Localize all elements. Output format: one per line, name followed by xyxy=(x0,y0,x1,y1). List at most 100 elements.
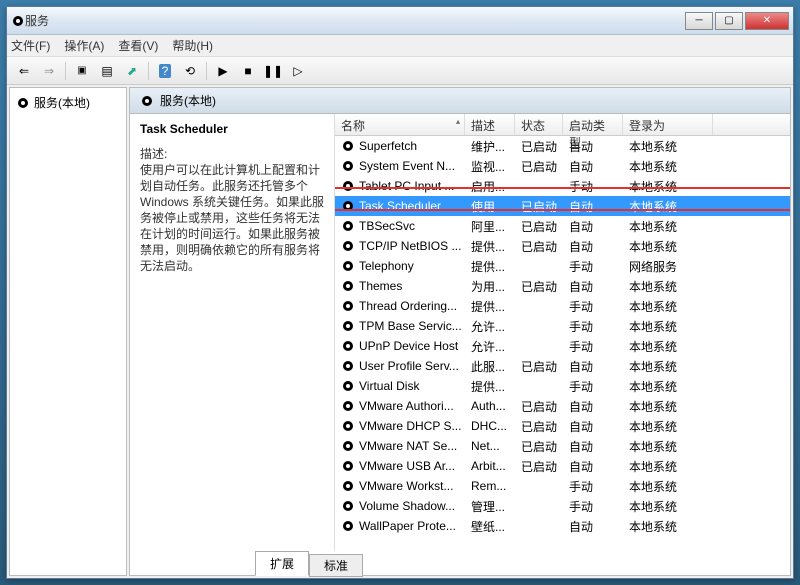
col-logon[interactable]: 登录为 xyxy=(623,114,713,135)
service-name: VMware Authori... xyxy=(359,399,454,413)
service-status xyxy=(515,344,563,348)
stop-button[interactable]: ■ xyxy=(237,60,259,82)
service-row[interactable]: Thread Ordering...提供...手动本地系统 xyxy=(335,296,790,316)
tab-standard[interactable]: 标准 xyxy=(309,554,363,577)
service-name: TPM Base Servic... xyxy=(359,319,462,333)
back-button[interactable]: ⇐ xyxy=(13,60,35,82)
service-status: 已启动 xyxy=(515,156,563,177)
service-status: 已启动 xyxy=(515,396,563,417)
service-row[interactable]: Superfetch维护...已启动自动本地系统 xyxy=(335,136,790,156)
service-startup: 自动 xyxy=(563,236,623,257)
menubar: 文件(F) 操作(A) 查看(V) 帮助(H) xyxy=(7,35,793,57)
service-desc: 提供... xyxy=(465,256,515,277)
service-row[interactable]: Volume Shadow...管理...手动本地系统 xyxy=(335,496,790,516)
col-name[interactable]: 名称 xyxy=(335,114,465,135)
menu-help[interactable]: 帮助(H) xyxy=(172,37,213,54)
service-row[interactable]: VMware Authori...Auth...已启动自动本地系统 xyxy=(335,396,790,416)
service-row[interactable]: TCP/IP NetBIOS ...提供...已启动自动本地系统 xyxy=(335,236,790,256)
gear-icon xyxy=(341,399,355,413)
service-row[interactable]: TPM Base Servic...允许...手动本地系统 xyxy=(335,316,790,336)
service-status xyxy=(515,384,563,388)
service-row[interactable]: VMware NAT Se...Net...已启动自动本地系统 xyxy=(335,436,790,456)
service-startup: 手动 xyxy=(563,496,623,517)
service-desc: 为用... xyxy=(465,276,515,297)
service-row[interactable]: VMware Workst...Rem...手动本地系统 xyxy=(335,476,790,496)
help-icon: ? xyxy=(159,64,172,78)
stop-icon: ■ xyxy=(244,64,251,78)
maximize-button[interactable]: ▢ xyxy=(715,12,743,30)
service-row[interactable]: Telephony提供...手动网络服务 xyxy=(335,256,790,276)
service-row[interactable]: TBSecSvc阿里...已启动自动本地系统 xyxy=(335,216,790,236)
service-desc: 监视... xyxy=(465,156,515,177)
service-row[interactable]: System Event N...监视...已启动自动本地系统 xyxy=(335,156,790,176)
refresh-button[interactable]: ⟲ xyxy=(179,60,201,82)
detail-pane: Task Scheduler 描述: 使用户可以在此计算机上配置和计划自动任务。… xyxy=(130,114,335,551)
col-desc[interactable]: 描述 xyxy=(465,114,515,135)
forward-icon: ⇒ xyxy=(44,64,54,78)
col-status[interactable]: 状态 xyxy=(515,114,563,135)
tree-root[interactable]: 服务(本地) xyxy=(14,92,122,113)
pause-icon: ❚❚ xyxy=(263,64,283,78)
properties-button[interactable]: ▤ xyxy=(96,60,118,82)
service-logon: 本地系统 xyxy=(623,436,713,457)
gear-icon xyxy=(341,479,355,493)
gear-icon xyxy=(341,259,355,273)
service-logon: 本地系统 xyxy=(623,216,713,237)
menu-action[interactable]: 操作(A) xyxy=(64,37,104,54)
service-name: UPnP Device Host xyxy=(359,339,458,353)
service-row[interactable]: VMware USB Ar...Arbit...已启动自动本地系统 xyxy=(335,456,790,476)
gear-icon xyxy=(341,339,355,353)
titlebar[interactable]: 服务 ─ ▢ ✕ xyxy=(7,7,793,35)
export-button[interactable]: ⬈ xyxy=(121,60,143,82)
menu-view[interactable]: 查看(V) xyxy=(118,37,158,54)
desc-label: 描述: xyxy=(140,147,167,161)
service-row[interactable]: VMware DHCP S...DHC...已启动自动本地系统 xyxy=(335,416,790,436)
show-hide-button[interactable]: ▣ xyxy=(71,60,93,82)
list-header: 名称 描述 状态 启动类型 登录为 xyxy=(335,114,790,136)
gear-icon xyxy=(341,319,355,333)
gear-icon xyxy=(341,459,355,473)
help-button[interactable]: ? xyxy=(154,60,176,82)
service-startup: 自动 xyxy=(563,216,623,237)
tab-extended[interactable]: 扩展 xyxy=(255,551,309,576)
service-row[interactable]: Tablet PC Input ...启用...手动本地系统 xyxy=(335,176,790,196)
detail-title: Task Scheduler xyxy=(140,122,324,136)
service-row[interactable]: WallPaper Prote...壁纸...自动本地系统 xyxy=(335,516,790,536)
gear-icon xyxy=(341,219,355,233)
service-logon: 本地系统 xyxy=(623,156,713,177)
pause-button[interactable]: ❚❚ xyxy=(262,60,284,82)
service-name: User Profile Serv... xyxy=(359,359,459,373)
service-name: TBSecSvc xyxy=(359,219,415,233)
minimize-button[interactable]: ─ xyxy=(685,12,713,30)
service-name: VMware DHCP S... xyxy=(359,419,461,433)
service-startup: 自动 xyxy=(563,276,623,297)
forward-button[interactable]: ⇒ xyxy=(38,60,60,82)
start-button[interactable]: ▶ xyxy=(212,60,234,82)
col-startup[interactable]: 启动类型 xyxy=(563,114,623,135)
service-name: Volume Shadow... xyxy=(359,499,455,513)
close-button[interactable]: ✕ xyxy=(745,12,789,30)
service-row[interactable]: Task Scheduler使用...已启动自动本地系统 xyxy=(335,196,790,216)
main-header: 服务(本地) xyxy=(130,88,790,114)
service-desc: 使用... xyxy=(465,196,515,217)
service-name: Themes xyxy=(359,279,402,293)
service-status xyxy=(515,184,563,188)
service-name: Telephony xyxy=(359,259,414,273)
list-body[interactable]: Superfetch维护...已启动自动本地系统System Event N..… xyxy=(335,136,790,551)
service-row[interactable]: Themes为用...已启动自动本地系统 xyxy=(335,276,790,296)
service-status xyxy=(515,484,563,488)
service-row[interactable]: Virtual Disk提供...手动本地系统 xyxy=(335,376,790,396)
service-desc: DHC... xyxy=(465,417,515,435)
restart-button[interactable]: ▷ xyxy=(287,60,309,82)
service-startup: 手动 xyxy=(563,296,623,317)
gear-icon xyxy=(341,519,355,533)
service-status: 已启动 xyxy=(515,436,563,457)
service-logon: 本地系统 xyxy=(623,316,713,337)
service-status: 已启动 xyxy=(515,276,563,297)
service-status xyxy=(515,304,563,308)
service-row[interactable]: UPnP Device Host允许...手动本地系统 xyxy=(335,336,790,356)
menu-file[interactable]: 文件(F) xyxy=(11,37,50,54)
service-row[interactable]: User Profile Serv...此服...已启动自动本地系统 xyxy=(335,356,790,376)
service-status xyxy=(515,504,563,508)
gear-icon xyxy=(341,279,355,293)
